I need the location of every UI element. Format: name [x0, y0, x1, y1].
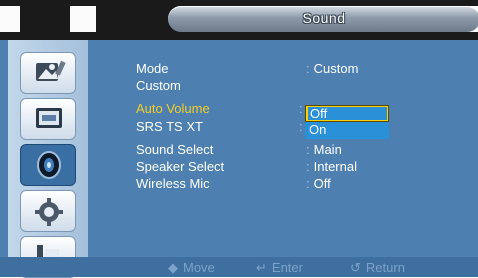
sidebar-item-picture[interactable]	[20, 52, 76, 94]
footer-move-label: Move	[183, 260, 215, 275]
menu-value-speaker-select: : Internal	[306, 159, 357, 175]
menu-label: Wireless Mic	[136, 176, 210, 191]
menu-value: Custom	[313, 61, 359, 76]
menu-row-mode[interactable]: Mode	[136, 61, 169, 77]
sidebar-item-screen[interactable]	[20, 98, 76, 140]
separator: :	[306, 142, 310, 157]
top-strip: Sound	[0, 0, 478, 40]
strip-segment	[0, 6, 20, 32]
footer-return: ↺ Return	[350, 260, 405, 276]
menu-row-custom[interactable]: Custom	[136, 78, 181, 94]
menu-value-sound-select: : Main	[306, 142, 342, 158]
title-bar: Sound	[168, 6, 478, 32]
dropdown-option-off[interactable]: Off	[305, 105, 389, 122]
setup-icon	[35, 198, 63, 226]
move-arrows-icon: ◆	[168, 260, 178, 275]
return-icon: ↺	[350, 260, 361, 275]
menu-row-wireless-mic[interactable]: Wireless Mic	[136, 176, 210, 192]
footer-bar: ◆ Move ↵ Enter ↺ Return	[0, 257, 478, 277]
strip-segment	[70, 6, 96, 32]
menu-label: SRS TS XT	[136, 119, 203, 134]
option-label: Off	[308, 107, 387, 121]
separator: :	[306, 159, 310, 174]
footer-return-label: Return	[365, 260, 405, 275]
dropdown-option-on[interactable]: On	[305, 122, 389, 139]
separator: :	[306, 176, 310, 191]
menu-panel: Mode : Custom Custom Auto Volume : SRS TS…	[88, 40, 478, 277]
picture-icon	[36, 60, 66, 81]
footer-enter-label: Enter	[271, 260, 303, 275]
menu-value-mode: : Custom	[306, 61, 358, 77]
footer-enter: ↵ Enter	[256, 260, 303, 276]
sidebar-item-sound[interactable]	[20, 144, 76, 186]
menu-value-wireless-mic: : Off	[306, 176, 331, 192]
menu-row-speaker-select[interactable]: Speaker Select	[136, 159, 224, 175]
menu-label: Custom	[136, 78, 181, 93]
page-title: Sound	[302, 10, 346, 26]
separator: :	[299, 101, 303, 116]
menu-row-srs-ts-xt[interactable]: SRS TS XT	[136, 119, 203, 135]
footer-move: ◆ Move	[168, 260, 215, 276]
menu-row-auto-volume[interactable]: Auto Volume	[136, 101, 210, 117]
menu-value: Internal	[313, 159, 357, 174]
separator: :	[299, 119, 303, 134]
screen-icon	[36, 108, 62, 128]
menu-row-sound-select[interactable]: Sound Select	[136, 142, 213, 158]
menu-label: Sound Select	[136, 142, 214, 157]
sound-icon	[37, 151, 61, 179]
menu-label: Speaker Select	[136, 159, 225, 174]
menu-value: Main	[313, 142, 342, 157]
enter-icon: ↵	[256, 260, 267, 275]
sidebar-item-setup[interactable]	[20, 190, 76, 232]
menu-value: Off	[313, 176, 331, 191]
menu-label: Mode	[136, 61, 169, 76]
osd-window: Mode : Custom Custom Auto Volume : SRS TS…	[0, 40, 478, 278]
sidebar	[8, 40, 88, 278]
separator: :	[306, 61, 310, 76]
auto-volume-dropdown[interactable]: Off On	[305, 105, 389, 139]
menu-label: Auto Volume	[136, 101, 210, 116]
